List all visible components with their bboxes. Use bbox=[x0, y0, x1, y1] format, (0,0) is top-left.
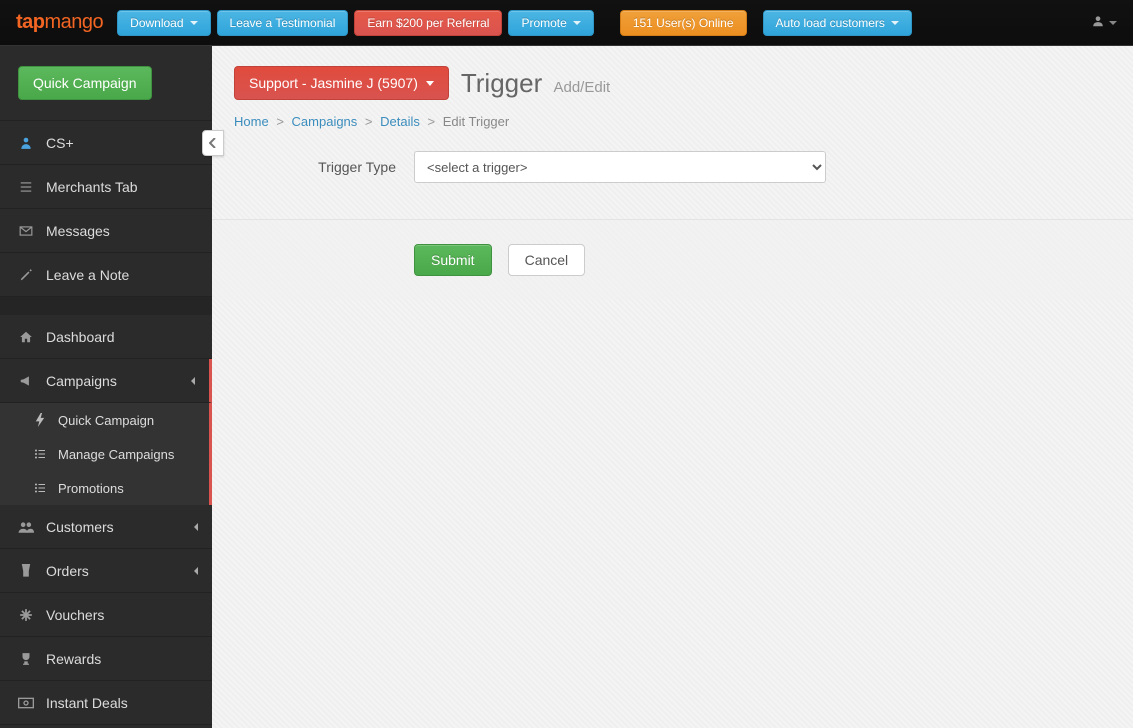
sidebar-header: Quick Campaign bbox=[0, 46, 212, 121]
merchant-selector-label: Support - Jasmine J (5907) bbox=[249, 75, 418, 91]
sidebar-item-label: CS+ bbox=[46, 135, 74, 151]
breadcrumb-home[interactable]: Home bbox=[234, 114, 269, 129]
download-button[interactable]: Download bbox=[117, 10, 210, 36]
list-ul-icon bbox=[30, 448, 50, 460]
home-icon bbox=[16, 330, 36, 344]
sidebar-item-rewards[interactable]: Rewards bbox=[0, 637, 212, 681]
sidebar-item-label: Rewards bbox=[46, 651, 101, 667]
sidebar-item-label: Orders bbox=[46, 563, 89, 579]
sidebar-item-merchants-tab[interactable]: Merchants Tab bbox=[0, 165, 212, 209]
sidebar-item-label: Campaigns bbox=[46, 373, 117, 389]
breadcrumb-sep: > bbox=[365, 114, 373, 129]
referral-button[interactable]: Earn $200 per Referral bbox=[354, 10, 502, 36]
page-title-text: Trigger bbox=[461, 68, 542, 98]
glass-icon bbox=[16, 564, 36, 578]
autoload-customers-button[interactable]: Auto load customers bbox=[763, 10, 912, 36]
quick-campaign-label: Quick Campaign bbox=[33, 75, 137, 91]
sidebar-item-leave-note[interactable]: Leave a Note bbox=[0, 253, 212, 297]
form-actions: Submit Cancel bbox=[212, 219, 1133, 300]
sidebar-item-messages[interactable]: Messages bbox=[0, 209, 212, 253]
sidebar-item-label: Leave a Note bbox=[46, 267, 129, 283]
leave-testimonial-button[interactable]: Leave a Testimonial bbox=[217, 10, 349, 36]
brand-prefix: tap bbox=[16, 11, 45, 33]
campaigns-submenu: Quick Campaign Manage Campaigns Promotio… bbox=[0, 403, 212, 505]
sidebar-item-cs-plus[interactable]: CS+ bbox=[0, 121, 212, 165]
promote-label: Promote bbox=[521, 16, 566, 30]
caret-down-icon bbox=[1109, 21, 1117, 25]
trigger-type-row: Trigger Type <select a trigger> bbox=[234, 151, 1111, 183]
sidebar-item-dashboard[interactable]: Dashboard bbox=[0, 315, 212, 359]
sidebar-gap bbox=[0, 297, 212, 315]
submit-label: Submit bbox=[431, 252, 475, 268]
subnav-label: Manage Campaigns bbox=[58, 447, 174, 462]
pencil-icon bbox=[16, 268, 36, 282]
sidebar-item-orders[interactable]: Orders bbox=[0, 549, 212, 593]
referral-label: Earn $200 per Referral bbox=[367, 16, 489, 30]
page-header: Support - Jasmine J (5907) Trigger Add/E… bbox=[234, 66, 1111, 100]
sidebar-item-label: Vouchers bbox=[46, 607, 104, 623]
user-icon bbox=[1091, 14, 1105, 31]
subnav-label: Quick Campaign bbox=[58, 413, 154, 428]
subnav-promotions[interactable]: Promotions bbox=[0, 471, 209, 505]
sidebar-nav: CS+ Merchants Tab Messages Leave a Note … bbox=[0, 121, 212, 403]
leave-testimonial-label: Leave a Testimonial bbox=[230, 16, 336, 30]
subnav-quick-campaign[interactable]: Quick Campaign bbox=[0, 403, 209, 437]
cancel-label: Cancel bbox=[525, 252, 569, 268]
sidebar-nav-lower: Customers Orders Vouchers Rewards Instan… bbox=[0, 505, 212, 725]
page-title: Trigger Add/Edit bbox=[461, 68, 610, 99]
users-online-label: 151 User(s) Online bbox=[633, 16, 734, 30]
breadcrumb-sep: > bbox=[276, 114, 284, 129]
trigger-type-select[interactable]: <select a trigger> bbox=[414, 151, 826, 183]
sidebar-item-label: Dashboard bbox=[46, 329, 115, 345]
sidebar-item-label: Customers bbox=[46, 519, 114, 535]
page-subtitle-text: Add/Edit bbox=[553, 79, 610, 96]
user-tie-icon bbox=[16, 136, 36, 150]
breadcrumb-campaigns[interactable]: Campaigns bbox=[292, 114, 358, 129]
sidebar-item-label: Instant Deals bbox=[46, 695, 128, 711]
breadcrumbs: Home > Campaigns > Details > Edit Trigge… bbox=[234, 114, 1111, 129]
merchant-selector-dropdown[interactable]: Support - Jasmine J (5907) bbox=[234, 66, 449, 100]
breadcrumb-sep: > bbox=[428, 114, 436, 129]
sidebar-item-customers[interactable]: Customers bbox=[0, 505, 212, 549]
brand-suffix: mango bbox=[45, 11, 104, 33]
quick-campaign-button[interactable]: Quick Campaign bbox=[18, 66, 152, 100]
trophy-icon bbox=[16, 652, 36, 666]
asterisk-icon bbox=[16, 608, 36, 622]
sidebar-item-label: Merchants Tab bbox=[46, 179, 138, 195]
sidebar-item-label: Messages bbox=[46, 223, 110, 239]
subnav-label: Promotions bbox=[58, 481, 124, 496]
cancel-button[interactable]: Cancel bbox=[508, 244, 586, 276]
users-icon bbox=[16, 520, 36, 534]
sidebar-item-instant-deals[interactable]: Instant Deals bbox=[0, 681, 212, 725]
sidebar-item-campaigns[interactable]: Campaigns bbox=[0, 359, 212, 403]
brand-logo: tapmango bbox=[10, 11, 117, 34]
sidebar-item-vouchers[interactable]: Vouchers bbox=[0, 593, 212, 637]
promote-button[interactable]: Promote bbox=[508, 10, 593, 36]
autoload-label: Auto load customers bbox=[776, 16, 885, 30]
list-ul-icon bbox=[30, 482, 50, 494]
sidebar: Quick Campaign CS+ Merchants Tab Message… bbox=[0, 46, 212, 728]
main-content: Support - Jasmine J (5907) Trigger Add/E… bbox=[212, 46, 1133, 728]
user-menu[interactable] bbox=[1085, 14, 1123, 31]
breadcrumb-current: Edit Trigger bbox=[443, 114, 509, 129]
download-label: Download bbox=[130, 16, 183, 30]
users-online-badge[interactable]: 151 User(s) Online bbox=[620, 10, 747, 36]
top-bar: tapmango Download Leave a Testimonial Ea… bbox=[0, 0, 1133, 46]
submit-button[interactable]: Submit bbox=[414, 244, 492, 276]
trigger-type-label: Trigger Type bbox=[234, 159, 414, 175]
bullhorn-icon bbox=[16, 374, 36, 388]
breadcrumb-details[interactable]: Details bbox=[380, 114, 420, 129]
envelope-icon bbox=[16, 225, 36, 237]
subnav-manage-campaigns[interactable]: Manage Campaigns bbox=[0, 437, 209, 471]
cash-icon bbox=[16, 697, 36, 709]
bolt-icon bbox=[30, 413, 50, 427]
list-icon bbox=[16, 180, 36, 194]
